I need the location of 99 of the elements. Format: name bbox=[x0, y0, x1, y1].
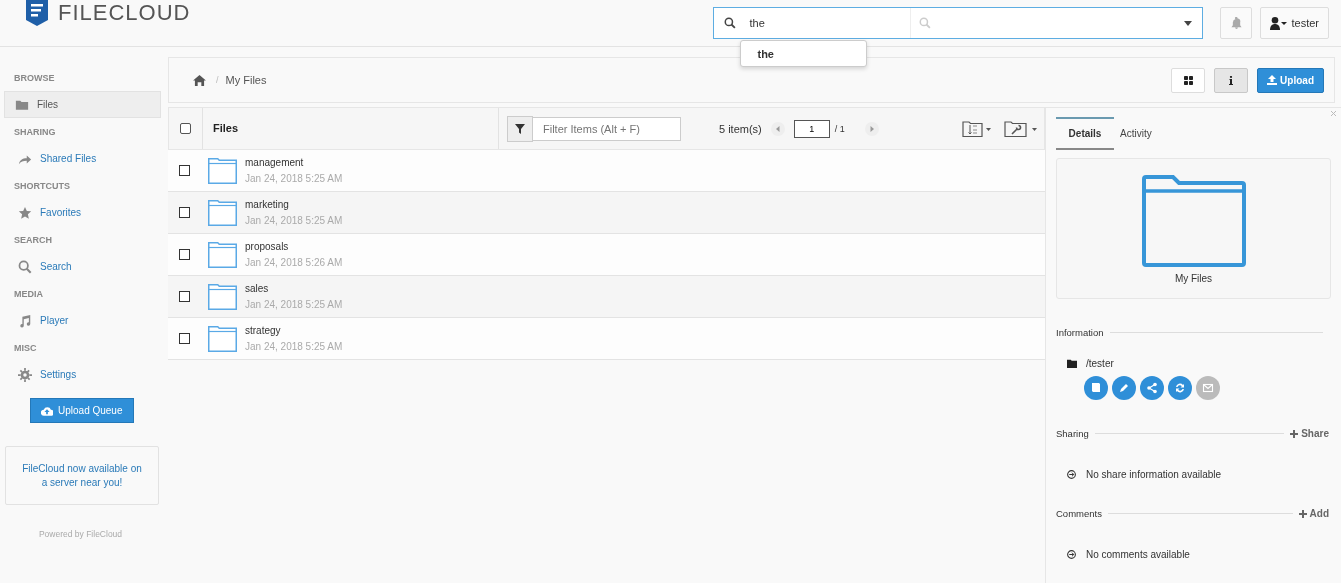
cloud-upload-icon bbox=[41, 405, 53, 416]
action-button[interactable] bbox=[1140, 376, 1164, 400]
logo-text: FILECLOUD bbox=[58, 0, 191, 26]
section-heading: Sharing bbox=[1056, 428, 1089, 439]
file-name[interactable]: management bbox=[245, 157, 343, 168]
powered-by-text: Powered by FileCloud bbox=[37, 529, 124, 539]
file-name[interactable]: sales bbox=[245, 283, 343, 294]
circle-arrow-icon bbox=[1067, 550, 1076, 559]
folder-options-button[interactable] bbox=[1004, 120, 1038, 137]
settings-icon bbox=[18, 367, 32, 382]
music-note-icon bbox=[18, 313, 32, 328]
file-row[interactable]: sales Jan 24, 2018 5:25 AM bbox=[168, 276, 1045, 318]
sidebar-item[interactable]: Favorites bbox=[4, 199, 161, 226]
folder-icon bbox=[208, 241, 237, 268]
row-checkbox[interactable] bbox=[179, 333, 190, 344]
file-name[interactable]: marketing bbox=[245, 199, 343, 210]
add-link[interactable]: Add bbox=[1298, 508, 1329, 519]
filter-icon bbox=[515, 123, 525, 134]
action-button[interactable] bbox=[1168, 376, 1192, 400]
folder-path: /tester bbox=[1086, 358, 1114, 369]
row-checkbox[interactable] bbox=[179, 207, 190, 218]
sidebar-item[interactable]: Search bbox=[4, 253, 161, 280]
section-heading: MEDIA bbox=[13, 288, 44, 300]
file-row[interactable]: marketing Jan 24, 2018 5:25 AM bbox=[168, 192, 1045, 234]
user-menu-button[interactable]: tester bbox=[1260, 7, 1329, 39]
file-row[interactable]: strategy Jan 24, 2018 5:25 AM bbox=[168, 318, 1045, 360]
sort-folder-icon bbox=[962, 120, 992, 137]
breadcrumb-link[interactable]: My Files bbox=[225, 74, 267, 86]
file-row[interactable]: management Jan 24, 2018 5:25 AM bbox=[168, 150, 1045, 192]
share-icon bbox=[1144, 380, 1160, 396]
filter-field[interactable]: Filter Items (Alt + F) bbox=[533, 116, 681, 141]
plus-icon bbox=[1290, 429, 1299, 438]
action-button[interactable] bbox=[1084, 376, 1108, 400]
caret-icon bbox=[1184, 20, 1193, 26]
close-icon bbox=[1331, 111, 1336, 116]
empty-message: No comments available bbox=[1086, 549, 1190, 560]
page-total: / 1 bbox=[834, 123, 845, 134]
circle-arrow-icon bbox=[1067, 470, 1076, 479]
section-heading: MISC bbox=[13, 342, 38, 354]
file-date: Jan 24, 2018 5:25 AM bbox=[245, 173, 343, 184]
file-name[interactable]: strategy bbox=[245, 325, 343, 336]
tab[interactable]: Details bbox=[1056, 117, 1114, 150]
folder-icon bbox=[208, 325, 237, 352]
search-icon bbox=[919, 17, 932, 29]
suggestion-item[interactable]: the bbox=[741, 41, 867, 66]
row-checkbox[interactable] bbox=[179, 249, 190, 260]
page-field[interactable]: 1 bbox=[793, 119, 830, 138]
sidebar-item[interactable]: Shared Files bbox=[4, 145, 161, 172]
folder-icon bbox=[1067, 359, 1077, 368]
promo-link[interactable]: FileCloud now available on a server near you! bbox=[22, 461, 142, 490]
filter-button[interactable] bbox=[507, 115, 533, 142]
column-header: Files bbox=[203, 108, 499, 149]
file-row[interactable]: proposals Jan 24, 2018 5:26 AM bbox=[168, 234, 1045, 276]
item-count: 5 item(s) bbox=[719, 122, 762, 135]
file-name[interactable]: proposals bbox=[245, 241, 343, 252]
section-heading: SHARING bbox=[13, 126, 57, 138]
plus-icon bbox=[1298, 509, 1307, 518]
section-heading: Comments bbox=[1056, 508, 1102, 519]
sort-menu-button[interactable] bbox=[962, 120, 992, 137]
sidebar-item[interactable]: Settings bbox=[4, 361, 161, 388]
wrench-folder-icon bbox=[1004, 120, 1038, 137]
search-icon bbox=[18, 259, 32, 274]
sidebar-item[interactable]: Player bbox=[4, 307, 161, 334]
section-heading: SEARCH bbox=[13, 234, 53, 246]
add-link[interactable]: Share bbox=[1290, 428, 1329, 439]
info-icon bbox=[1229, 75, 1234, 85]
select-all-checkbox[interactable] bbox=[180, 123, 191, 134]
previous-page-icon bbox=[770, 121, 785, 136]
folder-name: My Files bbox=[1174, 273, 1213, 284]
home-icon[interactable] bbox=[193, 74, 206, 86]
section-heading: BROWSE bbox=[13, 72, 56, 84]
tab[interactable]: Activity bbox=[1120, 117, 1178, 150]
next-page-icon bbox=[864, 121, 879, 136]
user-icon bbox=[1270, 16, 1288, 30]
folder-icon bbox=[1141, 175, 1246, 267]
action-button[interactable] bbox=[1112, 376, 1136, 400]
row-checkbox[interactable] bbox=[179, 165, 190, 176]
info-button[interactable] bbox=[1214, 67, 1249, 93]
row-checkbox[interactable] bbox=[179, 291, 190, 302]
sidebar-item[interactable]: Files bbox=[4, 91, 161, 118]
file-date: Jan 24, 2018 5:25 AM bbox=[245, 341, 343, 352]
folder-icon bbox=[208, 157, 237, 184]
logo-icon bbox=[24, 0, 50, 26]
grid-icon bbox=[1183, 75, 1193, 85]
upload-icon bbox=[1267, 75, 1278, 85]
search-icon bbox=[724, 17, 737, 29]
grid-view-button[interactable] bbox=[1171, 67, 1206, 93]
folder-icon bbox=[208, 283, 237, 310]
section-heading: Information bbox=[1056, 327, 1104, 338]
star-icon bbox=[18, 205, 32, 220]
breadcrumb-separator: / bbox=[216, 75, 219, 85]
section-heading: SHORTCUTS bbox=[13, 180, 71, 192]
file-date: Jan 24, 2018 5:25 AM bbox=[245, 215, 343, 226]
search-input[interactable]: the bbox=[749, 17, 900, 29]
folder-icon bbox=[208, 199, 237, 226]
empty-message: No share information available bbox=[1086, 469, 1222, 480]
file-date: Jan 24, 2018 5:25 AM bbox=[245, 299, 343, 310]
file-date: Jan 24, 2018 5:26 AM bbox=[245, 257, 343, 268]
bell-icon bbox=[1231, 17, 1242, 29]
